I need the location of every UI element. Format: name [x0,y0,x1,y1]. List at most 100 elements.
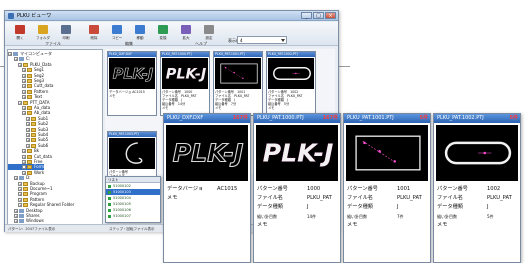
pattern-info-row: パターン番号 1002 [437,185,517,194]
folder-icon [27,68,32,73]
zoom-icon [181,25,191,34]
tree-item-label: Pattern [30,196,45,202]
expand-icon[interactable]: + [22,160,26,164]
expand-icon[interactable]: + [22,149,26,154]
expand-icon[interactable]: + [14,208,18,213]
pattern-info-row: データ種類 J [257,203,337,212]
thumbnail-card[interactable]: PLKU_DXF.DXF PLK-J データバージョ AC1015 メモ [107,51,157,116]
tree-item-label: Text [34,94,43,100]
expand-icon[interactable]: + [22,68,26,73]
tree-item-label: Regular Shared Folder [30,202,75,208]
delete-button[interactable]: 削除 [83,24,105,43]
expand-icon[interactable]: + [14,219,18,224]
thumbnail-image [268,58,314,89]
chevron-down-icon [281,39,285,42]
thumbnail-image: PLK-J [109,58,155,89]
pattern-count-badge: 167件 [322,115,338,121]
pattern-card[interactable]: PLKU_PAT.1000.PTJ 167件 PLK-J パターン番号 1000 ファイル… [253,113,341,263]
expand-icon[interactable]: + [22,154,26,159]
svg-text:PLK-J: PLK-J [173,138,244,167]
expand-icon[interactable]: + [18,203,22,208]
list-item[interactable]: 51000107 [106,213,160,219]
expand-icon[interactable]: + [18,192,22,197]
tree-item-label: Ab_data [34,110,51,116]
expand-icon[interactable]: + [22,165,26,170]
pattern-info-row: メモ [437,221,517,230]
maximize-button[interactable]: □ [313,12,324,19]
pattern-card-title: PLKU_PAT.1001.PTJ 5件 [344,114,430,123]
pattern-info-key: メモ [347,222,358,228]
thumbnail-image: PLK-J [162,58,208,89]
expand-icon[interactable]: + [22,84,26,89]
pattern-card[interactable]: PLKU_PAT.1002.PTJ 5件 パターン番号 1002 ファイル名 PLKU_P… [433,113,521,263]
expand-icon[interactable]: + [26,133,30,137]
drive-icon [19,208,24,213]
expand-icon[interactable]: + [14,57,18,62]
expand-icon[interactable]: + [22,73,26,78]
open-button[interactable]: 開く [9,24,31,43]
tree-item-label: Shares [26,213,40,218]
pattern-card-title: PLKU_PAT.1002.PTJ 5件 [434,114,520,123]
expand-icon[interactable]: + [26,138,30,143]
folder-icon [31,133,36,137]
expand-icon[interactable]: + [22,79,26,83]
expand-icon[interactable]: + [26,127,30,132]
zoom-button[interactable]: 拡大 [175,24,197,43]
expand-icon[interactable]: + [26,122,30,127]
thumbnail-card[interactable]: PLKU_PAT.1001.PTJ パターン番号 1001 ファイル名 PLKU_P… [213,51,263,116]
tree-item-label: Aa_data [34,105,51,110]
thumbnail-title: PLKU_PAT.1001.PTJ [214,52,262,57]
pattern-info-key: メモ [257,222,268,228]
folder-icon [27,160,32,164]
expand-icon[interactable]: + [18,62,22,67]
pattern-card-title: PLKU_PAT.1000.PTJ 167件 [254,114,340,123]
pattern-info-key: データ種類 [257,204,283,210]
pattern-info-row: 縫い針目数 5件 [437,212,517,221]
svg-text:PLK-J: PLK-J [166,66,207,82]
expand-icon[interactable]: + [22,106,26,110]
tree-item-label: Sub6 [38,142,49,148]
expand-icon[interactable]: + [22,111,26,116]
expand-icon[interactable]: + [26,116,30,121]
tree-item-label: Form [34,164,45,170]
pattern-card[interactable]: PLKU_PAT.1001.PTJ 5件 パターン番号 1001 ファイル名 PLKU_P… [343,113,431,263]
folder-icon [27,84,32,89]
drive-icon [19,219,24,224]
tree-item-label: Backup [30,180,45,186]
expand-icon[interactable]: + [26,143,30,148]
minimize-button[interactable]: _ [301,12,312,19]
folder-tree[interactable]: + マイコンピュータ + C: + PLKU_Data + Seg1 + Seg2 + Seg3 + Cu… [7,49,103,225]
tree-item-label: Sub1 [38,115,49,121]
tree-item-label: Sub3 [38,126,49,132]
window-title: PLKU ビューワ [17,13,52,19]
expand-icon[interactable]: + [18,181,22,186]
drive-icon [19,57,24,62]
expand-icon[interactable]: + [22,95,26,100]
close-button[interactable]: × [325,12,336,19]
expand-icon[interactable]: + [18,100,22,105]
expand-icon[interactable]: + [18,197,22,202]
folder-icon [27,170,32,175]
convert-button[interactable]: 変換 [152,24,174,43]
expand-icon[interactable]: + [8,52,12,56]
expand-icon[interactable]: + [22,170,26,175]
thumbnail-title: PLKU_DXF.DXF [108,52,156,57]
display-count-select[interactable]: 4 [237,36,287,44]
expand-icon[interactable]: + [22,89,26,94]
pattern-card[interactable]: PLKU_DXF.DXF 167件 PLK-J データバージョ AC1015 メモ [163,113,251,263]
app-icon [8,13,14,19]
expand-icon[interactable]: + [14,214,18,218]
folder-icon [27,111,32,116]
pattern-info-value: 5件 [487,214,494,219]
folder-icon [27,165,32,170]
expand-icon[interactable]: + [14,176,18,181]
thumbnail-image [109,138,155,169]
thumbnail-card[interactable]: PLKU_PAT.1002.PTJ パターン番号 1002 ファイル名 PLKU_P… [266,51,316,116]
pattern-info-row: メモ [347,221,427,230]
tree-item-label: Seg2 [34,72,45,78]
pattern-info-value: 7件 [397,214,404,219]
thumbnail-card[interactable]: PLKU_PAT.1000.PTJ PLK-J パターン番号 1000 ファイル名 P… [160,51,210,116]
pattern-info-row: パターン番号 1000 [257,185,337,194]
pattern-list-popup[interactable]: リスト 51000102 51000103 51000104 51000105 … [105,176,161,223]
expand-icon[interactable]: + [18,187,22,191]
